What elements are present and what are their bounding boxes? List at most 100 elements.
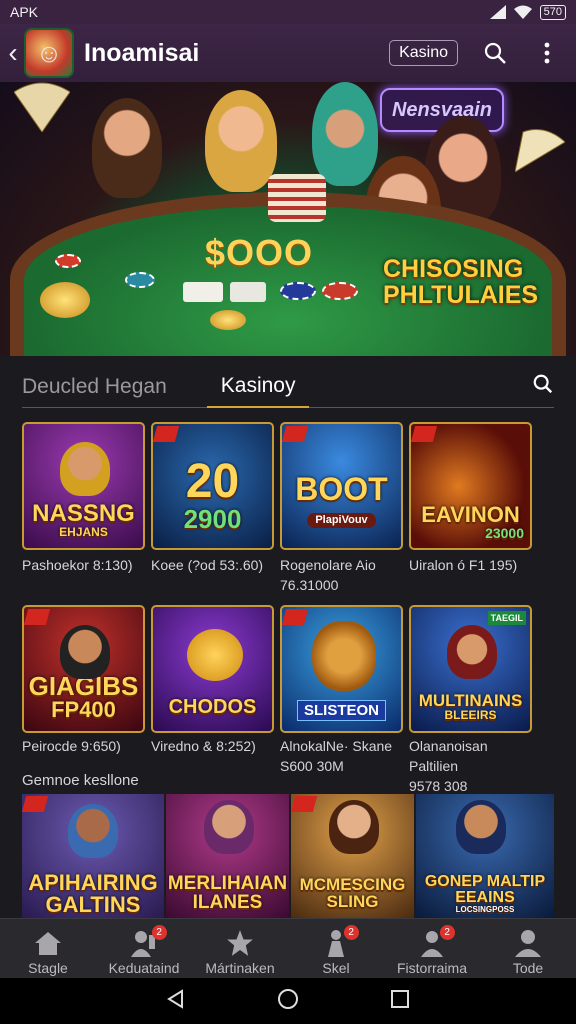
promo-headline: CHISOSING PHLTULAIES [383,255,539,309]
smiley-coin-image [187,629,243,681]
app-bar: ‹ ☺ Inoamisai Kasino [0,24,576,82]
game-caption: Pashoekor 8:130) [22,557,133,573]
playing-card [230,282,266,302]
game-tile[interactable]: MCMESCING SLING [291,794,414,918]
player-figure [92,98,162,198]
game-tile-title: MCMESCING SLING [299,875,406,911]
game-tile-title: MULTINAINS BLEEIRS [418,691,523,722]
game-grid-row-1: NASSNG EHJANS 20 2900 BOOT PlapiVouv EAVINO… [22,422,554,550]
game-tile[interactable]: SLISTEON [280,605,403,733]
bottom-navigation: Stagle 2 Keduataind Mártinaken 2 Skel 2 … [0,918,576,978]
nav-label: Fistorraima [396,960,467,976]
triangle-back-icon [166,988,183,1009]
hot-badge [291,796,318,812]
game-tile[interactable]: EAVINON 23000 [409,422,532,550]
game-tile[interactable]: GONEP MALTIP EEAINS LOCSINGPOSS [416,794,554,918]
system-back-button[interactable] [166,988,186,1014]
signal-icon [489,5,506,19]
hot-badge [282,426,309,442]
game-caption: Viredno & 8:252) [151,738,256,754]
kasino-chip-button[interactable]: Kasino [389,40,458,66]
game-character-image [447,625,497,679]
game-captions-row-1: Pashoekor 8:130) Koee (?od 53:.60) Rogen… [22,555,554,595]
nav-item-stagle[interactable]: Stagle [0,919,96,978]
game-tile-title: SLISTEON [282,700,401,731]
chevron-left-icon: ‹ [8,37,18,68]
poker-chip [280,282,316,300]
status-icons: 570 [489,4,566,20]
notification-badge: 2 [151,925,167,940]
game-tile-title: GONEP MALTIP EEAINS LOCSINGPOSS [424,873,546,914]
system-navigation-bar [0,978,576,1024]
game-caption: Olananoisan Paltilien 9578 308 [409,738,488,794]
hot-badge [24,609,51,625]
more-options-button[interactable] [532,38,562,68]
game-tile-title: 20 2900 [183,455,242,534]
card-fan-icon [14,82,70,132]
poker-chip [125,272,155,288]
search-button[interactable] [480,38,510,68]
game-tile[interactable]: CHODOS [151,605,274,733]
game-grid-row-2: GIAGIBS FP400 CHODOS SLISTEON TAEGIL MULT… [22,605,554,733]
hot-badge [153,426,180,442]
game-tile[interactable]: APIHAIRING GALTINS [22,794,164,918]
game-character-image [456,800,506,854]
status-left-text: APK [10,4,39,20]
nav-item-tode[interactable]: Tode [480,919,576,978]
game-tile[interactable]: TAEGIL MULTINAINS BLEEIRS [409,605,532,733]
square-recents-icon [391,989,410,1008]
nav-item-martinaken[interactable]: Mártinaken [192,919,288,978]
player-figure [205,90,277,192]
player-figure [312,82,378,186]
section-label: Gemnoe kesllone [22,772,139,789]
category-tabs: Deucled Hegan Kasinoy [22,366,554,408]
game-tile[interactable]: BOOT PlapiVouv [280,422,403,550]
tab-search-button[interactable] [532,373,554,400]
notification-badge: 2 [343,925,359,940]
game-tile[interactable]: MERLIHAIAN ILANES [166,794,289,918]
game-tile[interactable]: 20 2900 [151,422,274,550]
game-caption: AlnokalNe· Skane S600 30M [280,738,393,774]
app-title: Inoamisai [84,38,200,67]
circle-home-icon [277,988,298,1009]
home-icon [35,932,61,955]
game-tile-title: GIAGIBS FP400 [28,671,139,722]
lion-image [312,621,376,691]
notification-badge: 2 [439,925,455,940]
card-fan-icon [515,129,565,172]
profile-icon [515,930,541,957]
system-recents-button[interactable] [390,989,410,1014]
nav-label: Skel [322,960,350,976]
game-tile-title: CHODOS [168,696,257,718]
game-character-image [204,800,254,854]
nav-label: Stagle [28,960,68,976]
app-logo: ☺ [24,28,74,78]
tab-deucled-hegan[interactable]: Deucled Hegan [22,366,167,408]
hero-banner[interactable]: Nensvaain $OOO CHISOSING PHLTULAIES [0,82,576,356]
game-tile[interactable]: GIAGIBS FP400 [22,605,145,733]
nav-item-keduataind[interactable]: 2 Keduataind [96,919,192,978]
poker-chip [55,254,81,268]
system-home-button[interactable] [277,988,299,1015]
search-icon [484,42,506,64]
nav-label: Keduataind [108,960,180,976]
pot-amount: $OOO [205,232,314,273]
game-tile-title: MERLIHAIAN ILANES [167,873,288,913]
nav-item-fistorraima[interactable]: 2 Fistorraima [384,919,480,978]
star-icon [227,930,253,956]
hot-badge [282,609,309,625]
more-vertical-icon [544,42,550,64]
game-grid-row-3: APIHAIRING GALTINS MERLIHAIAN ILANES MCM… [22,794,554,918]
game-caption: Uiralon ó F1 195) [409,557,518,573]
game-tile-title: NASSNG EHJANS [32,500,135,539]
game-tile[interactable]: NASSNG EHJANS [22,422,145,550]
back-button[interactable]: ‹ [2,24,24,82]
game-character-image [68,804,118,858]
nav-item-skel[interactable]: 2 Skel [288,919,384,978]
search-icon [533,374,553,394]
game-tile-title: APIHAIRING GALTINS [28,870,158,917]
hot-badge [411,426,438,442]
tab-kasinoy[interactable]: Kasinoy [206,366,310,408]
gold-coin [40,282,90,318]
hot-badge [22,796,49,812]
